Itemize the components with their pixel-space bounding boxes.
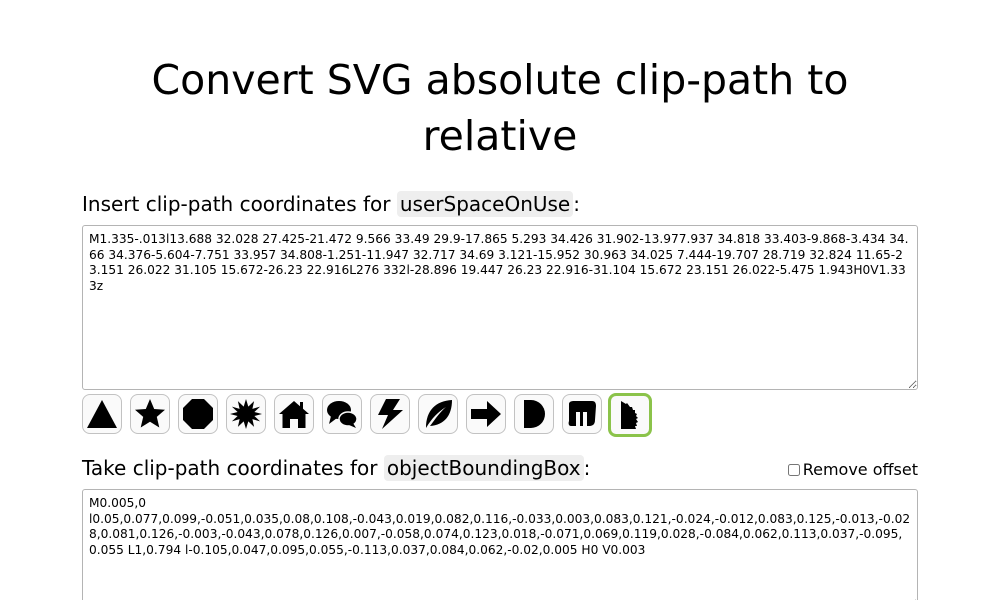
starburst-icon (230, 399, 262, 429)
triangle-icon (87, 400, 117, 428)
remove-offset-option[interactable]: Remove offset (787, 458, 918, 482)
shape-preset-leaf[interactable] (418, 394, 458, 434)
shape-preset-starburst[interactable] (226, 394, 266, 434)
input-label-code: userSpaceOnUse (396, 191, 574, 217)
page-title: Convert SVG absolute clip-path to relati… (151, 56, 849, 160)
serrated-edge-icon (621, 401, 638, 429)
remove-offset-label: Remove offset (802, 460, 918, 479)
speech-bubbles-icon (327, 401, 358, 428)
input-label-suffix: : (573, 192, 580, 216)
relative-clip-path-output[interactable]: M0.005,0 l0.05,0.077,0.099,-0.051,0.035,… (82, 489, 918, 600)
output-label: Take clip-path coordinates for objectBou… (82, 453, 590, 483)
lightning-icon (378, 399, 403, 429)
shape-preset-octagon[interactable] (178, 394, 218, 434)
shape-preset-star[interactable] (130, 394, 170, 434)
leaf-icon (426, 400, 452, 428)
output-label-text: Take clip-path coordinates for (82, 456, 384, 480)
shape-preset-half-circle[interactable] (514, 394, 554, 434)
input-label-text: Insert clip-path coordinates for (82, 192, 397, 216)
arrow-right-icon (471, 401, 501, 427)
house-icon (279, 401, 309, 428)
half-circle-icon (524, 400, 545, 428)
page: Convert SVG absolute clip-path to relati… (0, 0, 1000, 600)
remove-offset-checkbox[interactable] (787, 464, 800, 476)
output-label-suffix: : (583, 456, 591, 480)
star-icon (135, 399, 165, 428)
shape-preset-serrated-edge[interactable] (608, 393, 652, 437)
shape-preset-blob[interactable] (562, 394, 602, 434)
shape-preset-lightning[interactable] (370, 394, 410, 434)
shape-preset-arrow[interactable] (466, 394, 506, 434)
blob-icon (568, 401, 596, 426)
input-label: Insert clip-path coordinates for userSpa… (82, 189, 580, 219)
absolute-clip-path-input[interactable]: M1.335-.013l13.688 32.028 27.425-21.472 … (82, 225, 918, 390)
octagon-icon (183, 399, 213, 429)
shape-preset-speech-bubbles[interactable] (322, 394, 362, 434)
shape-preset-triangle[interactable] (82, 394, 122, 434)
output-label-code: objectBoundingBox (383, 455, 584, 481)
shape-preset-house[interactable] (274, 394, 314, 434)
